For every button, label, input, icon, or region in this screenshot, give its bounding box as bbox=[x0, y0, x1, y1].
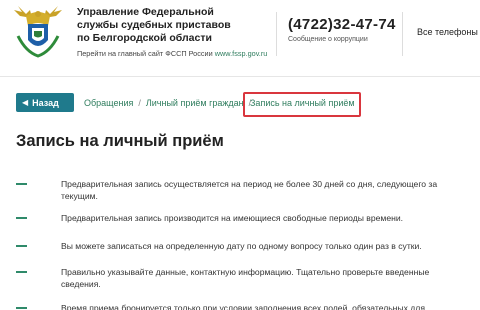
header-divider bbox=[276, 12, 277, 56]
dash-bullet-icon bbox=[16, 183, 27, 185]
breadcrumb: Обращения / Личный приём граждан / bbox=[84, 98, 256, 108]
breadcrumb-item-personal-reception[interactable]: Личный приём граждан bbox=[146, 98, 244, 108]
hotline-caption: Сообщение о коррупции bbox=[288, 36, 368, 43]
breadcrumb-item-current[interactable]: Запись на личный приём bbox=[250, 98, 355, 108]
breadcrumb-separator: / bbox=[138, 98, 141, 108]
list-item-text: Предварительная запись производится на и… bbox=[61, 213, 404, 223]
main-site-link[interactable]: www.fssp.gov.ru bbox=[215, 49, 268, 58]
main-site-caption: Перейти на главный сайт ФССП России www.… bbox=[77, 49, 277, 58]
fssp-emblem-icon[interactable] bbox=[12, 6, 64, 60]
organization-block: Управление Федеральной службы судебных п… bbox=[77, 6, 277, 58]
list-item-text: Время приема бронируется только при усло… bbox=[61, 303, 425, 310]
org-name-line3: по Белгородской области bbox=[77, 32, 212, 44]
hotline-phone[interactable]: (4722)32-47-74 bbox=[288, 16, 396, 33]
dash-bullet-icon bbox=[16, 245, 27, 247]
header-divider-2 bbox=[402, 12, 403, 56]
list-item-text: Вы можете записаться на определенную дат… bbox=[61, 241, 422, 251]
list-item-text: Предварительная запись осуществляется на… bbox=[61, 179, 438, 201]
main-site-prefix: Перейти на главный сайт ФССП России bbox=[77, 49, 213, 58]
header-bottom-border bbox=[0, 76, 480, 77]
org-name-line2: службы судебных приставов bbox=[77, 19, 231, 31]
breadcrumb-item-appeals[interactable]: Обращения bbox=[84, 98, 133, 108]
arrow-left-icon: ◀ bbox=[22, 98, 29, 107]
list-item-text: Правильно указывайте данные, контактную … bbox=[61, 267, 430, 289]
page-title: Запись на личный приём bbox=[16, 132, 224, 150]
back-button[interactable]: ◀ Назад bbox=[16, 93, 74, 112]
dash-bullet-icon bbox=[16, 217, 27, 219]
back-button-label: Назад bbox=[32, 97, 59, 108]
site-header: Управление Федеральной службы судебных п… bbox=[0, 0, 480, 76]
dash-bullet-icon bbox=[16, 271, 27, 273]
org-name-line1: Управление Федеральной bbox=[77, 6, 214, 18]
dash-bullet-icon bbox=[16, 307, 27, 309]
all-phones-link[interactable]: Все телефоны bbox=[417, 27, 478, 37]
